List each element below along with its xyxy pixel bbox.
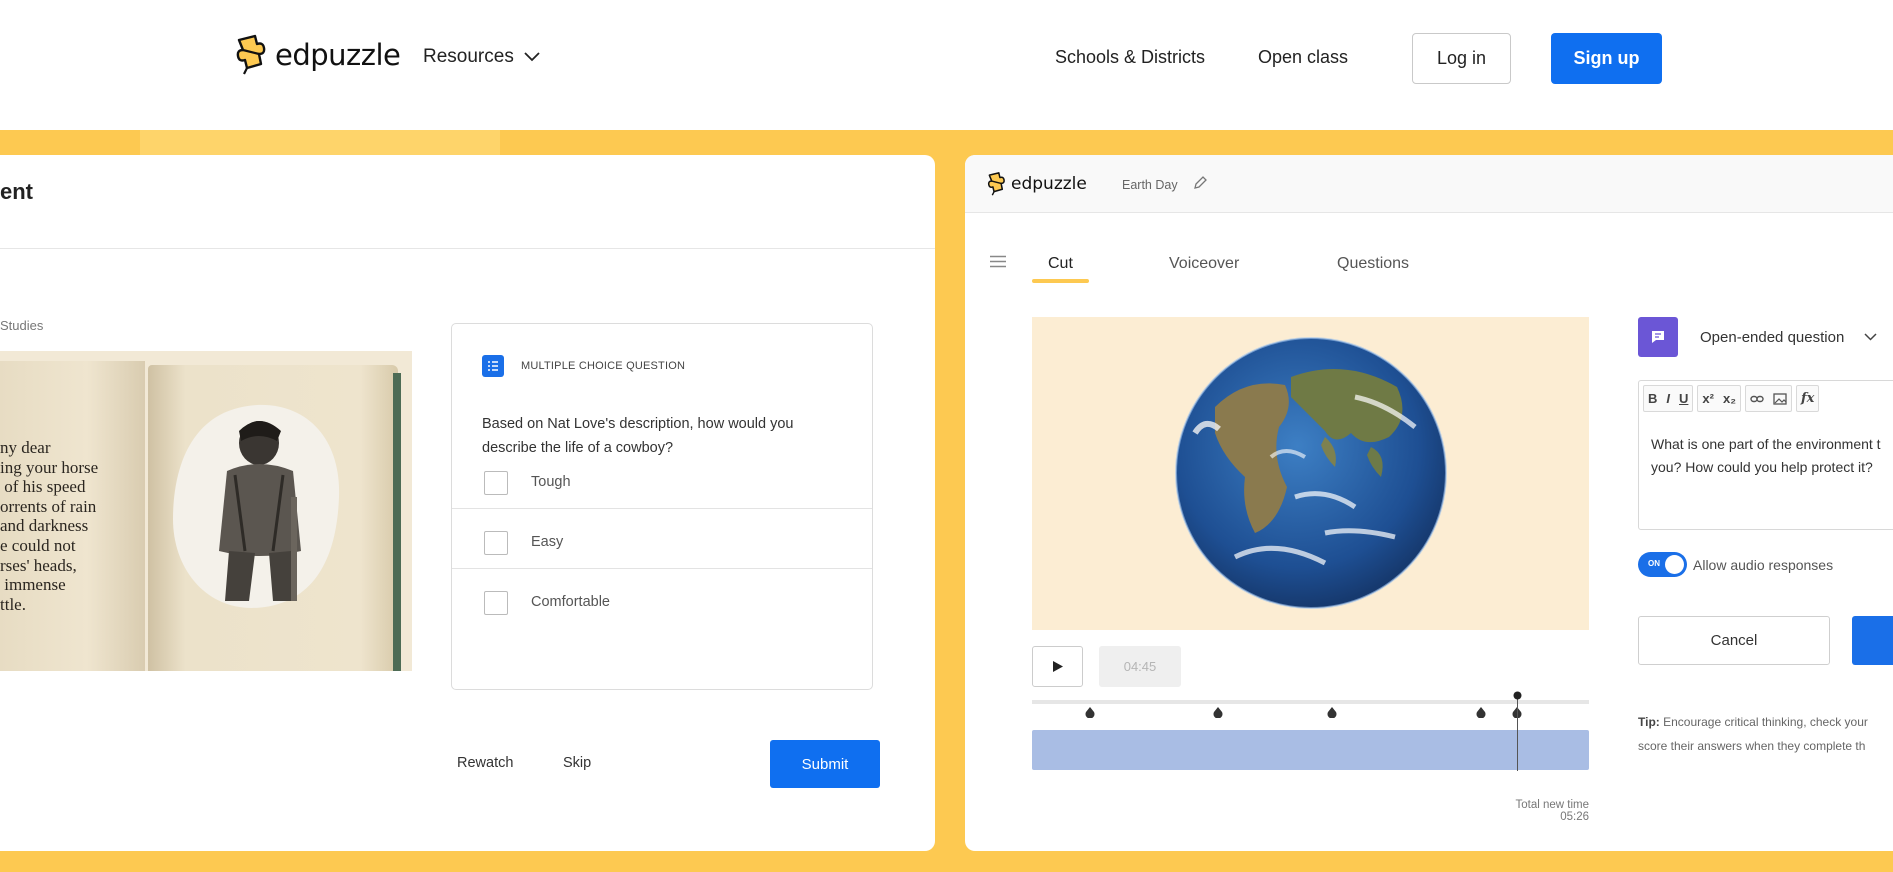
text-style-group: B I U <box>1643 385 1694 412</box>
playhead-handle-icon[interactable] <box>1513 691 1522 700</box>
toggle-knob <box>1665 555 1684 574</box>
video-preview[interactable] <box>1032 317 1589 630</box>
pencil-icon[interactable] <box>1193 175 1208 190</box>
edpuzzle-logo[interactable]: edpuzzle <box>235 34 401 76</box>
subscript-button[interactable]: x₂ <box>1723 391 1736 406</box>
play-icon <box>1052 661 1063 672</box>
divider <box>452 568 872 569</box>
question-text-content[interactable]: What is one part of the environment t yo… <box>1651 433 1893 479</box>
hero-band: ent Studies ny dear ing your horse of hi… <box>0 130 1893 872</box>
total-time-label: Total new time 05:26 <box>1515 799 1589 823</box>
question-text-editor[interactable]: B I U x² x₂ fx What is one part of the e… <box>1638 380 1893 530</box>
question-type-selector[interactable]: Open-ended question <box>1638 317 1877 357</box>
formula-button[interactable]: fx <box>1801 391 1814 406</box>
save-button[interactable] <box>1852 616 1893 665</box>
earth-globe-image <box>1175 337 1447 609</box>
option-label: Easy <box>531 534 564 550</box>
skip-button[interactable]: Skip <box>563 755 591 771</box>
chevron-down-icon <box>524 52 540 62</box>
logo-text: edpuzzle <box>275 38 401 72</box>
active-tab-indicator <box>1032 279 1089 283</box>
puzzle-logo-icon <box>987 172 1005 196</box>
assignment-title: ent <box>0 179 33 204</box>
speech-bubble-icon <box>1638 317 1678 357</box>
timeline-clip[interactable] <box>1032 730 1589 770</box>
italic-button[interactable]: I <box>1666 391 1670 406</box>
insert-group <box>1744 385 1792 412</box>
resources-menu[interactable]: Resources <box>423 46 540 68</box>
tip-body: Encourage critical thinking, check your … <box>1638 715 1868 753</box>
rewatch-button[interactable]: Rewatch <box>457 755 513 771</box>
student-assignment-card: ent Studies ny dear ing your horse of hi… <box>0 155 935 851</box>
play-button[interactable] <box>1032 646 1083 687</box>
login-button[interactable]: Log in <box>1412 33 1511 84</box>
toggle-state-label: ON <box>1648 559 1660 568</box>
question-type-label: MULTIPLE CHOICE QUESTION <box>521 360 686 372</box>
bold-button[interactable]: B <box>1648 391 1657 406</box>
tab-questions[interactable]: Questions <box>1337 255 1409 273</box>
playhead[interactable] <box>1513 691 1522 771</box>
signup-button[interactable]: Sign up <box>1551 33 1662 84</box>
question-marker-icon[interactable] <box>1327 707 1337 718</box>
option-label: Comfortable <box>531 594 610 610</box>
time-display: 04:45 <box>1099 646 1181 687</box>
document-title[interactable]: Earth Day <box>1122 178 1178 192</box>
editor-logo[interactable]: edpuzzle <box>987 171 1087 197</box>
timeline-track[interactable] <box>1032 700 1589 704</box>
question-marker-icon[interactable] <box>1213 707 1223 718</box>
tab-voiceover[interactable]: Voiceover <box>1169 255 1239 273</box>
editor-header: edpuzzle Earth Day <box>965 155 1893 213</box>
chevron-down-icon <box>1864 333 1877 341</box>
underline-button[interactable]: U <box>1679 391 1688 406</box>
image-icon[interactable] <box>1773 392 1787 405</box>
logo-text: edpuzzle <box>1011 174 1087 194</box>
resources-label: Resources <box>423 46 514 67</box>
option-label: Tough <box>531 474 571 490</box>
audio-responses-toggle[interactable]: ON <box>1638 552 1687 577</box>
tab-cut[interactable]: Cut <box>1048 255 1073 273</box>
question-type-label: Open-ended question <box>1700 328 1845 346</box>
subject-label: Studies <box>0 318 44 333</box>
link-icon[interactable] <box>1750 394 1764 404</box>
formatting-toolbar: B I U x² x₂ fx <box>1643 385 1820 412</box>
cowboy-portrait-image <box>173 404 340 608</box>
video-editor-card: edpuzzle Earth Day Cut Voiceover Questio… <box>965 155 1893 851</box>
question-marker-icon[interactable] <box>1476 707 1486 718</box>
question-marker-icon[interactable] <box>1085 707 1095 718</box>
multiple-choice-question-panel: MULTIPLE CHOICE QUESTION Based on Nat Lo… <box>451 323 873 690</box>
tip-text: Tip: Encourage critical thinking, check … <box>1638 710 1893 758</box>
checkbox[interactable] <box>484 531 508 555</box>
superscript-button[interactable]: x² <box>1702 391 1714 406</box>
checkbox[interactable] <box>484 471 508 495</box>
submit-button[interactable]: Submit <box>770 740 880 788</box>
book-text: ny dear ing your horse of his speed orre… <box>0 438 99 614</box>
puzzle-logo-icon <box>236 34 266 75</box>
divider <box>452 508 872 509</box>
hamburger-menu-icon[interactable] <box>990 255 1006 268</box>
formula-group: fx <box>1795 385 1820 412</box>
answer-option[interactable]: Comfortable <box>452 568 872 640</box>
schools-districts-link[interactable]: Schools & Districts <box>1055 47 1205 68</box>
audio-responses-label: Allow audio responses <box>1693 557 1834 573</box>
tip-label: Tip: <box>1638 715 1660 729</box>
book-spine <box>393 373 401 671</box>
top-navigation: edpuzzle Resources Schools & Districts O… <box>0 0 1893 130</box>
list-icon <box>482 355 504 377</box>
open-class-link[interactable]: Open class <box>1258 47 1348 68</box>
cancel-button[interactable]: Cancel <box>1638 616 1830 665</box>
script-group: x² x₂ <box>1697 385 1741 412</box>
checkbox[interactable] <box>484 591 508 615</box>
book-image: ny dear ing your horse of his speed orre… <box>0 351 412 671</box>
divider <box>0 248 935 249</box>
